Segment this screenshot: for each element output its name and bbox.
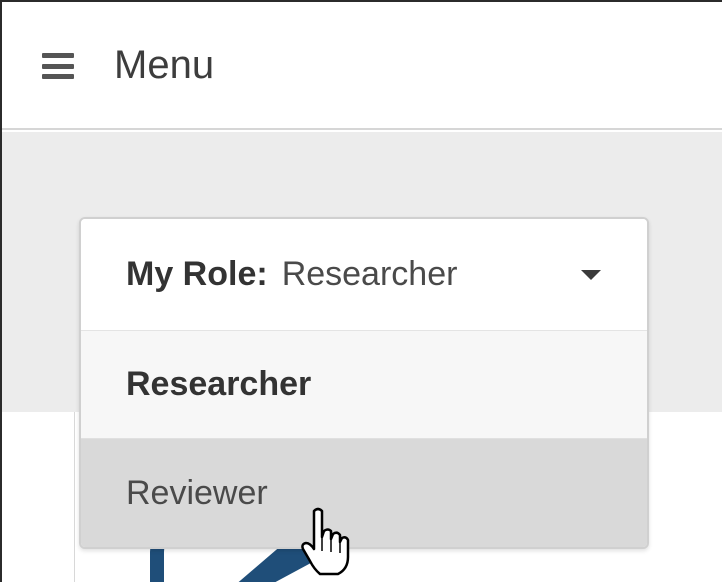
role-option-reviewer[interactable]: Reviewer <box>81 439 647 547</box>
hamburger-line <box>42 53 74 58</box>
role-current-value: Researcher <box>281 255 458 293</box>
caret-down-icon[interactable] <box>581 269 601 280</box>
menu-label[interactable]: Menu <box>114 43 214 88</box>
top-header: Menu <box>2 2 722 130</box>
hamburger-icon[interactable] <box>42 53 74 79</box>
app-frame: Menu My Role: Researcher Researcher Revi… <box>0 0 722 582</box>
role-option-researcher[interactable]: Researcher <box>81 331 647 439</box>
hamburger-line <box>42 74 74 79</box>
role-dropdown-toggle[interactable]: My Role: Researcher <box>81 219 647 331</box>
hamburger-line <box>42 63 74 69</box>
role-label: My Role: <box>126 255 268 293</box>
role-dropdown: My Role: Researcher Researcher Reviewer <box>79 217 649 549</box>
